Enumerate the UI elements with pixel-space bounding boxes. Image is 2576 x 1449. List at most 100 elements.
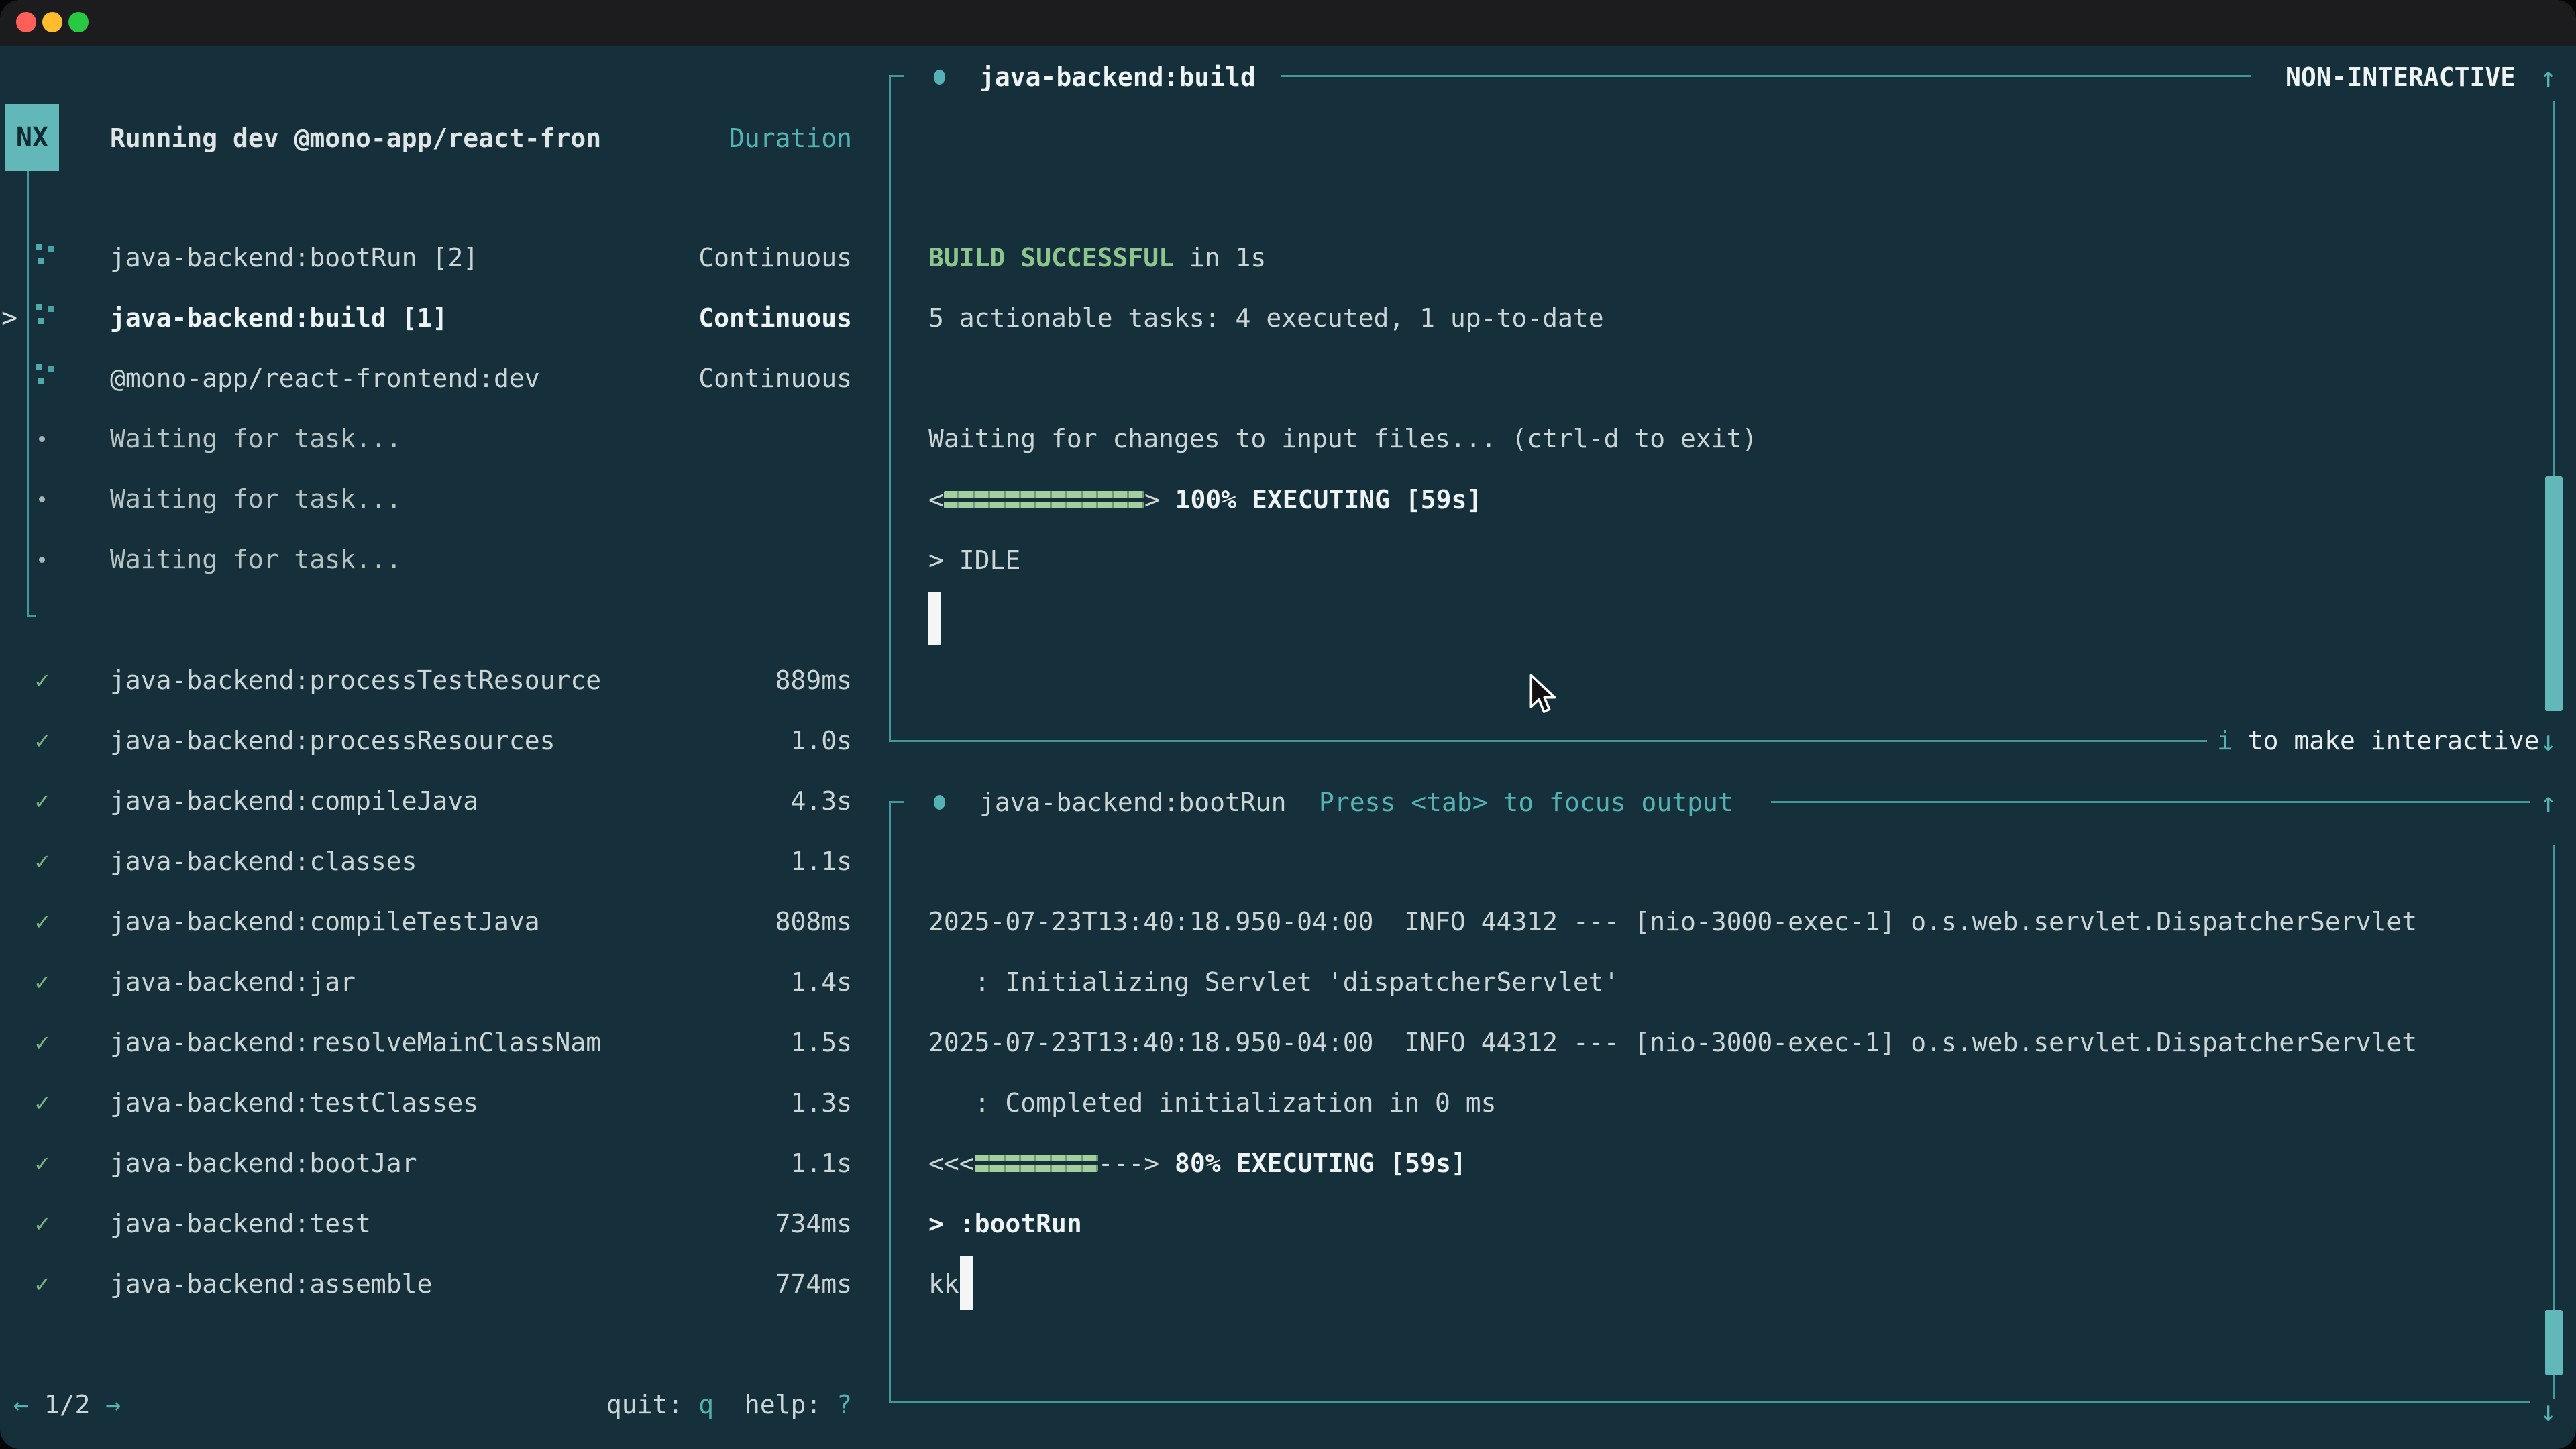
help-hint-label: help: — [745, 1390, 837, 1419]
task-row[interactable]: > java-backend:build [1] Continuous — [0, 288, 852, 348]
task-row[interactable]: > Waiting for task... — [0, 409, 852, 469]
task-success-check-icon: ✓ — [35, 710, 62, 771]
progress-open-bracket: <<< — [928, 1148, 975, 1178]
task-name: java-backend:jar — [110, 952, 356, 1012]
bootrun-panel-title: java-backend:bootRun — [979, 772, 1287, 833]
build-panel-dot-icon — [934, 70, 945, 85]
task-name: java-backend:classes — [110, 831, 417, 892]
task-name: java-backend:assemble — [110, 1254, 432, 1314]
log-line: : Completed initialization in 0 ms — [928, 1073, 2417, 1133]
task-duration: 808ms — [775, 892, 852, 952]
build-panel-bottom-border — [889, 740, 2207, 742]
build-panel-mode-badge: NON-INTERACTIVE — [2286, 47, 2516, 107]
bootrun-panel-focus-hint: Press <tab> to focus output — [1319, 772, 1733, 833]
build-idle-line: > IDLE — [928, 530, 1020, 590]
task-duration: 1.1s — [790, 1133, 852, 1193]
progress-label: 100% EXECUTING [59s] — [1160, 485, 1482, 515]
keyboard-hints: quit: q help: ? — [606, 1375, 852, 1435]
task-row[interactable]: ✓ java-backend:classes 1.1s — [0, 831, 852, 892]
task-group-tree-foot — [27, 615, 36, 617]
build-panel-footer-hint: i to make interactive — [2217, 710, 2539, 771]
task-spinner-icon — [35, 303, 55, 325]
task-row[interactable]: > Waiting for task... — [0, 469, 852, 529]
log-line: : Initializing Servlet 'dispatcherServle… — [928, 952, 2417, 1012]
bootrun-panel-scroll-down-icon[interactable]: ↓ — [2540, 1381, 2557, 1441]
task-success-check-icon: ✓ — [35, 831, 62, 892]
task-duration: 1.5s — [790, 1012, 852, 1073]
task-row[interactable]: ✓ java-backend:testClasses 1.3s — [0, 1073, 852, 1133]
bootrun-log: 2025-07-23T13:40:18.950-04:00 INFO 44312… — [928, 892, 2417, 1133]
quit-hint-label: quit: — [606, 1390, 698, 1419]
build-panel-title: java-backend:build — [979, 47, 1256, 107]
build-panel-top-border — [1281, 75, 2251, 77]
task-name: java-backend:bootJar — [110, 1133, 417, 1193]
bootrun-command-line: > :bootRun — [928, 1193, 1082, 1254]
pager-next-icon[interactable]: → — [105, 1390, 121, 1419]
progress-close-bracket: > — [1144, 1148, 1159, 1178]
pager: ← 1/2 → — [13, 1375, 121, 1435]
task-row[interactable]: ✓ java-backend:processResources 1.0s — [0, 710, 852, 771]
waiting-dot-icon — [39, 436, 45, 442]
task-name: Waiting for task... — [110, 529, 402, 590]
build-panel-scroll-up-icon[interactable]: ↑ — [2540, 47, 2557, 107]
task-name: java-backend:bootRun [2] — [110, 227, 478, 288]
task-list-header: Running dev @mono-app/react-fron Duratio… — [110, 108, 852, 168]
task-name: java-backend:build [1] — [110, 288, 447, 348]
bootrun-panel-scroll-thumb[interactable] — [2545, 1310, 2563, 1375]
task-row[interactable]: > @mono-app/react-frontend:dev Continuou… — [0, 348, 852, 409]
task-success-check-icon: ✓ — [35, 650, 62, 710]
help-key: ? — [837, 1390, 852, 1419]
duration-column-header: Duration — [729, 123, 852, 153]
task-success-check-icon: ✓ — [35, 1133, 62, 1193]
build-panel-scroll-track[interactable] — [2553, 101, 2555, 476]
log-line: 2025-07-23T13:40:18.950-04:00 INFO 44312… — [928, 1012, 2417, 1073]
task-row[interactable]: ✓ java-backend:compileTestJava 808ms — [0, 892, 852, 952]
task-duration: 774ms — [775, 1254, 852, 1314]
bootrun-panel-scroll-up-icon[interactable]: ↑ — [2540, 772, 2557, 833]
pager-prev-icon[interactable]: ← — [13, 1390, 29, 1419]
build-panel-scroll-thumb[interactable] — [2545, 476, 2563, 711]
bootrun-progress-line: <<<---> 80% EXECUTING [59s] — [928, 1133, 1466, 1193]
task-row[interactable]: > java-backend:bootRun [2] Continuous — [0, 227, 852, 288]
task-duration: 4.3s — [790, 771, 852, 831]
task-list-title: Running dev @mono-app/react-fron — [110, 123, 601, 153]
task-success-check-icon: ✓ — [35, 1073, 62, 1133]
bootrun-panel-bottom-border — [889, 1401, 2530, 1403]
task-row[interactable]: ✓ java-backend:assemble 774ms — [0, 1254, 852, 1314]
build-panel-scroll-down-icon[interactable]: ↓ — [2540, 710, 2557, 771]
bootrun-panel-dot-icon — [934, 795, 945, 810]
build-panel-left-border — [889, 75, 891, 741]
window-titlebar — [0, 0, 2576, 46]
bootrun-input-text[interactable]: kk — [928, 1254, 959, 1314]
task-row[interactable]: ✓ java-backend:test 734ms — [0, 1193, 852, 1254]
task-name: java-backend:compileJava — [110, 771, 478, 831]
zoom-window-button[interactable] — [68, 12, 89, 32]
task-duration: 734ms — [775, 1193, 852, 1254]
task-row[interactable]: ✓ java-backend:compileJava 4.3s — [0, 771, 852, 831]
build-terminal-cursor — [928, 592, 941, 645]
progress-open-bracket: < — [928, 485, 944, 515]
task-row[interactable]: ✓ java-backend:jar 1.4s — [0, 952, 852, 1012]
task-name: java-backend:resolveMainClassNam — [110, 1012, 601, 1073]
task-name: @mono-app/react-frontend:dev — [110, 348, 540, 409]
completed-task-list: ✓ java-backend:processTestResource 889ms… — [0, 650, 852, 1314]
bootrun-panel-top-border — [1771, 801, 2530, 803]
task-duration: Continuous — [698, 227, 852, 288]
task-success-check-icon: ✓ — [35, 892, 62, 952]
task-row[interactable]: > Waiting for task... — [0, 529, 852, 590]
minimize-window-button[interactable] — [42, 12, 62, 32]
task-row[interactable]: ✓ java-backend:processTestResource 889ms — [0, 650, 852, 710]
build-tasks-summary: 5 actionable tasks: 4 executed, 1 up-to-… — [928, 288, 1604, 348]
task-success-check-icon: ✓ — [35, 1193, 62, 1254]
task-row[interactable]: ✓ java-backend:bootJar 1.1s — [0, 1133, 852, 1193]
build-waiting-line: Waiting for changes to input files... (c… — [928, 409, 1757, 469]
task-name: Waiting for task... — [110, 469, 402, 529]
progress-bar-fill — [944, 491, 1144, 508]
task-duration: Continuous — [698, 288, 852, 348]
progress-dashes: --- — [1098, 1148, 1144, 1178]
task-name: java-backend:test — [110, 1193, 371, 1254]
terminal-window: NX Running dev @mono-app/react-fron Dura… — [0, 0, 2576, 1449]
task-row[interactable]: ✓ java-backend:resolveMainClassNam 1.5s — [0, 1012, 852, 1073]
build-panel-corner — [889, 75, 904, 77]
close-window-button[interactable] — [16, 12, 36, 32]
